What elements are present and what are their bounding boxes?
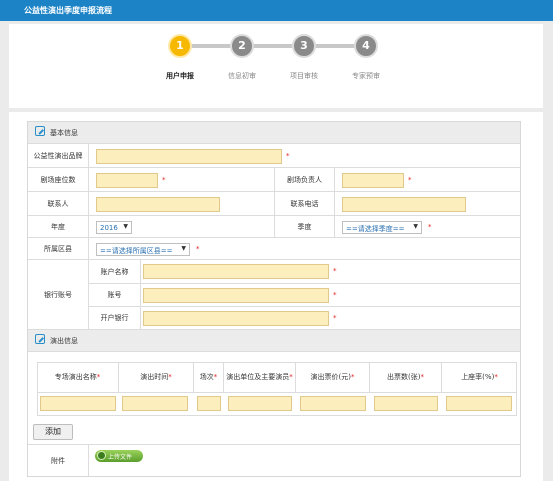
add-button[interactable]: 添加 xyxy=(33,424,73,440)
phone-input[interactable] xyxy=(342,197,466,212)
required-mark: * xyxy=(286,152,290,160)
year-value: 2016 xyxy=(100,224,118,232)
perf-occupancy-input[interactable] xyxy=(446,396,512,411)
col-header-tickets: 出票数(张) * xyxy=(370,362,442,392)
required-mark: * xyxy=(333,314,337,322)
region-select[interactable]: ==请选择所属区县== ▼ xyxy=(96,243,190,256)
perf-tickets-input[interactable] xyxy=(374,396,438,411)
bank-name-label: 开户银行 xyxy=(89,307,141,329)
col-header-time: 演出时间 * xyxy=(119,362,194,392)
perf-performers-input[interactable] xyxy=(228,396,292,411)
contact-input[interactable] xyxy=(96,197,220,212)
region-label: 所属区县 xyxy=(28,238,89,259)
account-name-input[interactable] xyxy=(143,264,329,279)
perf-title: 演出信息 xyxy=(50,337,78,345)
step-2-label: 信息初审 xyxy=(228,72,256,80)
col-header-price: 演出票价(元) * xyxy=(296,362,370,392)
contact-label: 联系人 xyxy=(28,192,89,215)
col-header-occupancy: 上座率(%) * xyxy=(461,372,498,381)
step-4-label: 专家预审 xyxy=(352,72,380,80)
upload-file-button[interactable]: 上传文件 xyxy=(95,450,143,462)
attachment-label: 附件 xyxy=(28,445,89,476)
troupe-label: 公益性演出品牌 xyxy=(28,144,89,167)
seats-input[interactable] xyxy=(96,173,158,188)
header-bar: 公益性演出季度申报流程 xyxy=(0,0,553,21)
perf-sessions-input[interactable] xyxy=(197,396,221,411)
troupe-input[interactable] xyxy=(96,149,282,164)
table-divider xyxy=(37,392,517,393)
account-no-input[interactable] xyxy=(143,288,329,303)
required-mark: * xyxy=(333,267,337,275)
upload-icon xyxy=(97,451,106,460)
edit-icon xyxy=(35,126,45,136)
account-no-label: 账号 xyxy=(89,284,141,306)
perf-section-header: 演出信息 xyxy=(28,330,520,352)
chevron-down-icon: ▼ xyxy=(413,223,418,230)
step-3-circle: 3 xyxy=(292,34,316,58)
col-header-sessions: 场次 * xyxy=(194,362,224,392)
step-1-label: 用户申报 xyxy=(166,72,194,80)
upload-label: 上传文件 xyxy=(108,454,133,461)
manager-input[interactable] xyxy=(342,173,404,188)
account-name-label: 账户名称 xyxy=(89,260,141,283)
phone-label: 联系电话 xyxy=(274,192,335,215)
season-label: 季度 xyxy=(274,216,335,237)
col-header-performers: 演出单位及主要演员 * xyxy=(224,362,296,392)
bank-label: 银行账号 xyxy=(28,260,89,329)
required-mark: * xyxy=(196,245,200,253)
region-value: ==请选择所属区县== xyxy=(100,247,173,255)
perf-time-input[interactable] xyxy=(122,396,188,411)
step-3-label: 项目审核 xyxy=(290,72,318,80)
manager-label: 剧场负责人 xyxy=(274,168,335,191)
page-title: 公益性演出季度申报流程 xyxy=(24,6,112,15)
perf-name-input[interactable] xyxy=(40,396,116,411)
year-select[interactable]: 2016 ▼ xyxy=(96,221,132,234)
chevron-down-icon: ▼ xyxy=(181,245,186,252)
col-header-name: 专场演出名称 * xyxy=(37,362,119,392)
season-select[interactable]: ==请选择季度== ▼ xyxy=(342,221,422,234)
year-label: 年度 xyxy=(28,216,89,237)
required-mark: * xyxy=(408,176,412,184)
perf-price-input[interactable] xyxy=(300,396,366,411)
edit-icon xyxy=(35,334,45,344)
required-mark: * xyxy=(162,176,166,184)
step-1-circle: 1 xyxy=(168,34,192,58)
season-value: ==请选择季度== xyxy=(346,225,405,233)
basic-info-section-header: 基本信息 xyxy=(28,122,520,144)
step-4-circle: 4 xyxy=(354,34,378,58)
bank-name-input[interactable] xyxy=(143,311,329,326)
required-mark: * xyxy=(333,291,337,299)
chevron-down-icon: ▼ xyxy=(123,223,128,230)
required-mark: * xyxy=(428,223,432,231)
seats-label: 剧场座位数 xyxy=(28,168,89,191)
step-2-circle: 2 xyxy=(230,34,254,58)
step-indicator: 1 2 3 4 用户申报 信息初审 项目审核 专家预审 xyxy=(9,24,543,108)
application-form: 基本信息 公益性演出品牌 * 剧场座位数 剧场负责人 * * 联系人 联系电话 … xyxy=(27,121,521,477)
basic-info-title: 基本信息 xyxy=(50,129,78,137)
